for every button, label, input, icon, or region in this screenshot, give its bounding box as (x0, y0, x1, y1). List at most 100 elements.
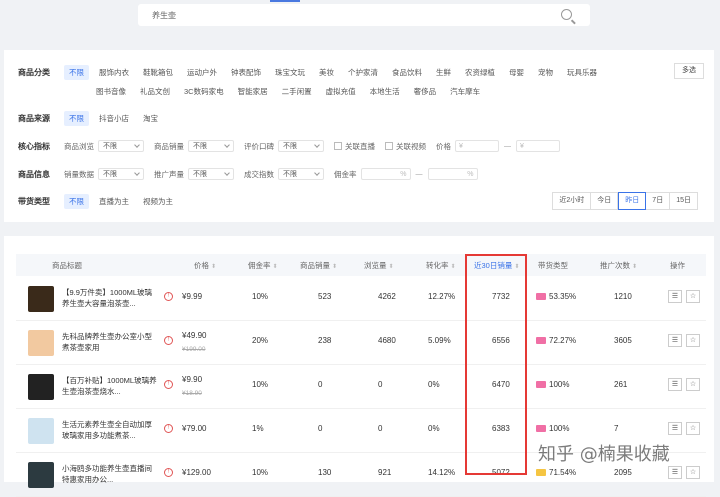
views-cell: 0 (378, 424, 383, 433)
live-type-row: 带货类型 不限 直播为主 视频为主 (4, 193, 183, 209)
col-type: 带货类型 (538, 261, 568, 270)
metric-sales-select[interactable]: 不限 (188, 140, 234, 152)
category-option[interactable]: 图书音像 (92, 84, 130, 99)
related-live-checkbox[interactable]: 关联直播 (334, 141, 375, 152)
live-type-option[interactable]: 不限 (64, 193, 89, 209)
live-type-option[interactable]: 视频为主 (139, 194, 177, 209)
category-option[interactable]: 虚拟充值 (322, 84, 360, 99)
live-type-option[interactable]: 直播为主 (95, 194, 133, 209)
star-icon[interactable]: ☆ (686, 422, 700, 435)
category-option[interactable]: 运动户外 (183, 65, 221, 80)
category-option[interactable]: 二手闲置 (278, 84, 316, 99)
col-conversion[interactable]: 转化率 (426, 260, 456, 271)
type-bar-icon (536, 337, 546, 345)
category-option[interactable]: 食品饮料 (388, 65, 426, 80)
col-sales[interactable]: 商品销量 (300, 260, 337, 271)
conversion-cell: 5.09% (428, 336, 451, 345)
time-range-button[interactable]: 7日 (646, 193, 671, 209)
multi-select-button[interactable]: 多选 (674, 63, 704, 79)
row-actions: ☰ ☆ (668, 466, 704, 479)
star-icon[interactable]: ☆ (686, 378, 700, 391)
col-promo[interactable]: 推广次数 (600, 260, 637, 271)
commission-min-input[interactable]: % (360, 168, 411, 180)
product-title[interactable]: 生活元素养生壶全自动加厚玻璃家用多功能煮茶... (62, 419, 158, 441)
list-icon[interactable]: ☰ (668, 378, 682, 391)
search-input[interactable]: 养生壶 (152, 10, 176, 21)
metric-rating-select[interactable]: 不限 (278, 140, 324, 152)
table-row[interactable]: 先科品牌养生壶办公室小型煮茶壶家用! ¥49.90 ¥199.00 20% 238 468… (16, 320, 706, 365)
star-icon[interactable]: ☆ (686, 334, 700, 347)
info-sales-select[interactable]: 不限 (98, 168, 144, 180)
type-percent: 71.54% (549, 468, 577, 477)
search-box[interactable]: 养生壶 (138, 4, 590, 26)
category-option[interactable]: 玩具乐器 (563, 65, 601, 80)
list-icon[interactable]: ☰ (668, 290, 682, 303)
star-icon[interactable]: ☆ (686, 466, 700, 479)
category-option[interactable]: 宠物 (534, 65, 557, 80)
range-dash: — (415, 170, 423, 178)
category-option[interactable]: 生鲜 (432, 65, 455, 80)
category-option[interactable]: 3C数码家电 (180, 84, 228, 99)
category-option[interactable]: 个护家清 (344, 65, 382, 80)
original-price: ¥18.90 (182, 390, 202, 397)
metrics-label: 核心指标 (18, 141, 50, 151)
col-views[interactable]: 浏览量 (364, 260, 394, 271)
category-option[interactable]: 智能家居 (234, 84, 272, 99)
category-option[interactable]: 钟表配饰 (227, 65, 265, 80)
time-range-button[interactable]: 15日 (670, 193, 697, 209)
checkbox-icon (334, 142, 342, 150)
warning-icon: ! (164, 336, 173, 345)
checkbox-icon (385, 142, 393, 150)
category-option[interactable]: 奢侈品 (410, 84, 441, 99)
category-option[interactable]: 不限 (64, 64, 89, 80)
source-option[interactable]: 抖音小店 (95, 111, 133, 126)
sales-cell: 0 (318, 424, 323, 433)
type-cell: 53.35% (536, 292, 576, 301)
source-option[interactable]: 淘宝 (139, 111, 162, 126)
category-option[interactable]: 汽车摩车 (446, 84, 484, 99)
time-range-button[interactable]: 近2小时 (553, 193, 592, 209)
col-commission[interactable]: 佣金率 (248, 260, 278, 271)
metric-browse-select[interactable]: 不限 (98, 140, 144, 152)
metrics-row: 核心指标 商品浏览 不限 商品销量 不限 评价口碑 不限 关联直播 关联视频 价… (4, 138, 560, 154)
category-option[interactable]: 本地生活 (366, 84, 404, 99)
col-price[interactable]: 价格 (194, 260, 216, 271)
category-option[interactable]: 母婴 (505, 65, 528, 80)
category-row: 商品分类 不限 服饰内衣 鞋靴箱包 运动户外 钟表配饰 珠宝文玩 美妆 个护家清 食品饮料 生鲜农… (4, 64, 607, 80)
category-option[interactable]: 珠宝文玩 (271, 65, 309, 80)
search-icon[interactable] (561, 9, 572, 20)
col-title[interactable]: 商品标题 (52, 260, 82, 271)
category-option[interactable]: 礼品文创 (136, 84, 174, 99)
source-option[interactable]: 不限 (64, 110, 89, 126)
source-label: 商品来源 (18, 113, 50, 123)
commission-max-input[interactable]: % (427, 168, 478, 180)
type-bar-icon (536, 293, 546, 301)
commission-cell: 10% (252, 380, 269, 389)
category-option[interactable]: 美妆 (315, 65, 338, 80)
table-row[interactable]: 【百万补贴】1000ML玻璃养生壶泡茶壶烧水...! ¥9.90 ¥18.90 10%… (16, 364, 706, 409)
list-icon[interactable]: ☰ (668, 466, 682, 479)
promo-count-cell: 261 (614, 380, 628, 389)
time-range-button[interactable]: 昨日 (618, 192, 647, 210)
type-cell: 71.54% (536, 468, 576, 477)
product-title[interactable]: 先科品牌养生壶办公室小型煮茶壶家用 (62, 331, 158, 353)
info-deal-select[interactable]: 不限 (278, 168, 324, 180)
star-icon[interactable]: ☆ (686, 290, 700, 303)
commission-label: 佣金率 (334, 169, 357, 179)
table-row[interactable]: 【9.9万件卖】1000ML玻璃养生壶大容量泡茶壶...! ¥9.99 10% 523… (16, 276, 706, 321)
commission-cell: 10% (252, 292, 269, 301)
list-icon[interactable]: ☰ (668, 334, 682, 347)
category-option[interactable]: 农资绿植 (461, 65, 499, 80)
product-title[interactable]: 【9.9万件卖】1000ML玻璃养生壶大容量泡茶壶... (62, 287, 158, 309)
price-cell: ¥79.00 (182, 424, 207, 433)
price-max-input[interactable]: ¥ (516, 140, 560, 152)
category-row-2: 图书音像 礼品文创 3C数码家电 智能家居 二手闲置 虚拟充值 本地生活 奢侈品 汽车摩车 (4, 83, 490, 99)
category-option[interactable]: 服饰内衣 (95, 65, 133, 80)
price-min-input[interactable]: ¥ (455, 140, 499, 152)
time-range-button[interactable]: 今日 (591, 193, 619, 209)
product-title[interactable]: 【百万补贴】1000ML玻璃养生壶泡茶壶烧水... (62, 375, 158, 397)
list-icon[interactable]: ☰ (668, 422, 682, 435)
category-option[interactable]: 鞋靴箱包 (139, 65, 177, 80)
info-promo-select[interactable]: 不限 (188, 168, 234, 180)
related-video-checkbox[interactable]: 关联视频 (385, 141, 426, 152)
